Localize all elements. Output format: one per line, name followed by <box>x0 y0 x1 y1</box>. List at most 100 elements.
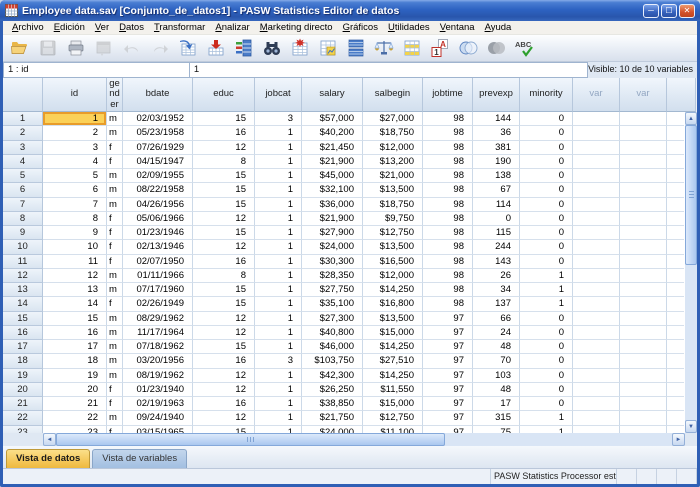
table-cell[interactable]: m <box>107 169 123 183</box>
table-cell[interactable]: $40,800 <box>302 326 363 340</box>
table-cell[interactable] <box>573 255 620 269</box>
table-cell[interactable]: 97 <box>423 312 473 326</box>
row-header-16[interactable]: 16 <box>3 326 43 340</box>
table-cell[interactable]: f <box>107 426 123 434</box>
spell-check-icon[interactable]: ABC <box>512 36 536 60</box>
table-cell[interactable]: $16,500 <box>363 255 423 269</box>
table-cell[interactable]: 98 <box>423 169 473 183</box>
table-cell[interactable]: 15 <box>193 226 255 240</box>
table-cell[interactable] <box>573 269 620 283</box>
menu-ayuda[interactable]: Ayuda <box>480 22 517 33</box>
table-cell[interactable]: $21,750 <box>302 411 363 425</box>
table-cell[interactable]: 04/26/1956 <box>123 198 193 212</box>
row-header-11[interactable]: 11 <box>3 255 43 269</box>
table-cell[interactable] <box>573 240 620 254</box>
table-cell[interactable]: m <box>107 369 123 383</box>
table-cell[interactable]: 15 <box>193 198 255 212</box>
table-cell[interactable] <box>620 340 667 354</box>
table-cell[interactable]: 98 <box>423 141 473 155</box>
table-cell[interactable]: $11,100 <box>363 426 423 434</box>
table-cell[interactable]: 09/24/1940 <box>123 411 193 425</box>
table-cell[interactable]: 02/09/1955 <box>123 169 193 183</box>
table-cell[interactable] <box>620 354 667 368</box>
table-cell[interactable]: 1 <box>255 411 302 425</box>
table-cell[interactable]: 144 <box>473 112 520 126</box>
table-cell[interactable]: 12 <box>193 141 255 155</box>
table-cell[interactable]: 16 <box>193 255 255 269</box>
row-header-17[interactable]: 17 <box>3 340 43 354</box>
row-header-19[interactable]: 19 <box>3 369 43 383</box>
column-header-gender[interactable]: gender <box>107 78 123 112</box>
table-cell[interactable]: 23 <box>43 426 107 434</box>
table-cell[interactable]: $38,850 <box>302 397 363 411</box>
table-cell[interactable]: 97 <box>423 383 473 397</box>
table-cell[interactable]: f <box>107 141 123 155</box>
row-header-14[interactable]: 14 <box>3 297 43 311</box>
table-cell[interactable] <box>573 226 620 240</box>
table-cell[interactable]: 15 <box>193 169 255 183</box>
table-cell[interactable]: f <box>107 383 123 397</box>
show-all-variables-icon[interactable] <box>484 36 508 60</box>
table-cell[interactable]: 12 <box>193 326 255 340</box>
table-cell[interactable]: 0 <box>520 155 573 169</box>
table-cell[interactable]: 15 <box>193 340 255 354</box>
table-cell[interactable]: 1 <box>255 183 302 197</box>
table-cell[interactable]: f <box>107 297 123 311</box>
row-header-1[interactable]: 1 <box>3 112 43 126</box>
table-cell[interactable]: $12,750 <box>363 226 423 240</box>
table-cell[interactable]: 01/23/1946 <box>123 226 193 240</box>
row-header-3[interactable]: 3 <box>3 141 43 155</box>
table-cell[interactable]: 15 <box>193 283 255 297</box>
table-cell[interactable]: $12,000 <box>363 269 423 283</box>
table-cell[interactable]: 75 <box>473 426 520 434</box>
table-cell[interactable]: 48 <box>473 340 520 354</box>
table-cell[interactable]: 12 <box>43 269 107 283</box>
table-cell[interactable] <box>620 255 667 269</box>
value-labels-icon[interactable]: A1 <box>428 36 452 60</box>
table-cell[interactable]: 1 <box>520 283 573 297</box>
table-cell[interactable]: 1 <box>255 426 302 434</box>
table-cell[interactable]: 143 <box>473 255 520 269</box>
select-cases-icon[interactable] <box>400 36 424 60</box>
table-cell[interactable] <box>620 312 667 326</box>
table-cell[interactable]: 08/22/1958 <box>123 183 193 197</box>
table-cell[interactable]: 1 <box>520 297 573 311</box>
table-cell[interactable]: 0 <box>520 169 573 183</box>
table-cell[interactable]: 8 <box>43 212 107 226</box>
table-cell[interactable]: 0 <box>520 141 573 155</box>
table-cell[interactable] <box>620 226 667 240</box>
table-cell[interactable]: m <box>107 312 123 326</box>
table-cell[interactable] <box>620 169 667 183</box>
menu-marketing-directo[interactable]: Marketing directo <box>255 22 338 33</box>
table-cell[interactable]: 98 <box>423 198 473 212</box>
row-header-5[interactable]: 5 <box>3 169 43 183</box>
table-cell[interactable] <box>620 112 667 126</box>
table-cell[interactable]: 97 <box>423 411 473 425</box>
menu-archivo[interactable]: Archivo <box>7 22 49 33</box>
table-cell[interactable] <box>573 340 620 354</box>
table-cell[interactable]: 17 <box>43 340 107 354</box>
table-cell[interactable]: 0 <box>520 354 573 368</box>
table-cell[interactable]: $45,000 <box>302 169 363 183</box>
table-cell[interactable]: 1 <box>255 226 302 240</box>
menu-utilidades[interactable]: Utilidades <box>383 22 435 33</box>
column-header-minority[interactable]: minority <box>520 78 573 112</box>
table-cell[interactable] <box>573 354 620 368</box>
table-cell[interactable]: 12 <box>193 411 255 425</box>
row-header-21[interactable]: 21 <box>3 397 43 411</box>
table-cell[interactable]: $13,500 <box>363 240 423 254</box>
table-cell[interactable]: 1 <box>520 269 573 283</box>
table-cell[interactable]: 1 <box>255 212 302 226</box>
table-cell[interactable]: $18,750 <box>363 126 423 140</box>
menu-gr-ficos[interactable]: Gráficos <box>338 22 383 33</box>
row-header-9[interactable]: 9 <box>3 226 43 240</box>
table-cell[interactable]: 16 <box>193 397 255 411</box>
print-icon[interactable] <box>64 36 88 60</box>
table-cell[interactable]: 4 <box>43 155 107 169</box>
table-cell[interactable] <box>620 141 667 155</box>
table-cell[interactable]: 03/20/1956 <box>123 354 193 368</box>
table-cell[interactable]: 98 <box>423 212 473 226</box>
table-cell[interactable]: $15,000 <box>363 397 423 411</box>
table-cell[interactable]: 07/26/1929 <box>123 141 193 155</box>
column-header-id[interactable]: id <box>43 78 107 112</box>
